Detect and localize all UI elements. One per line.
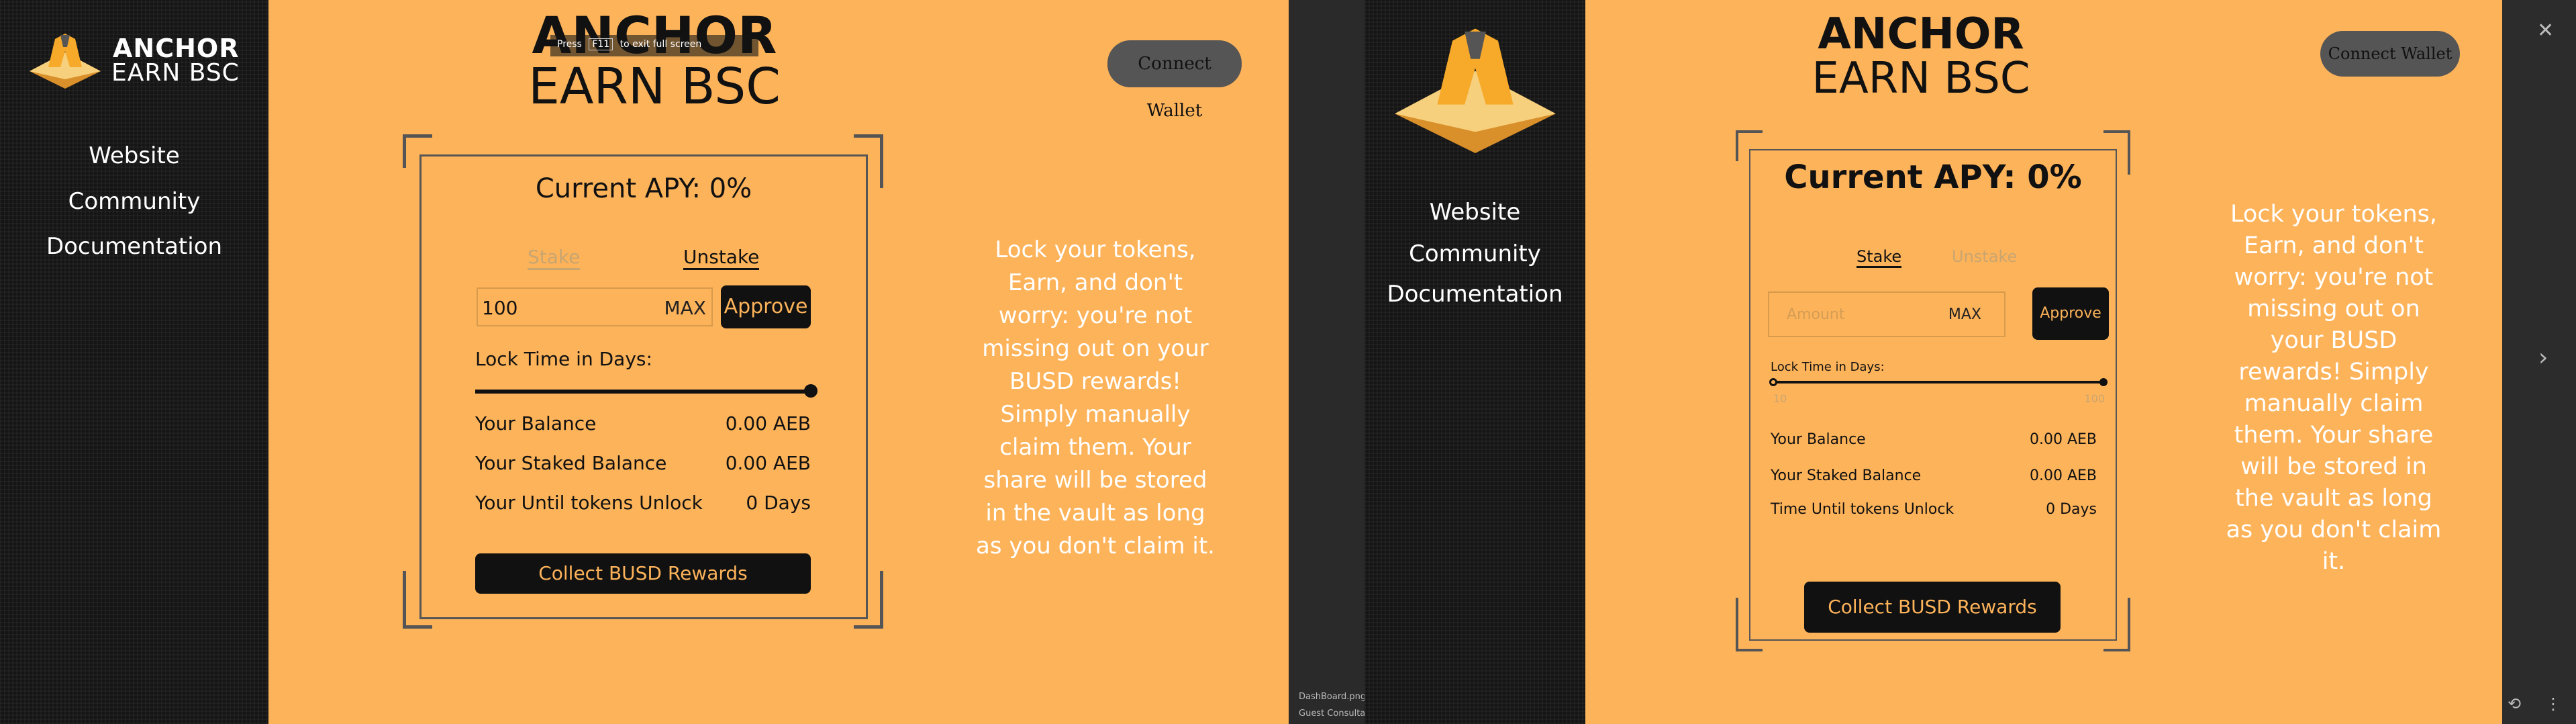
description-text: Lock your tokens, Earn, and don't worry:… xyxy=(976,236,1215,559)
fullscreen-hint: Press F11 to exit full screen xyxy=(550,35,758,56)
amount-input[interactable]: 100 MAX xyxy=(477,287,713,326)
current-apy: Current APY: 0% xyxy=(535,173,752,204)
slider-min-label: 10 xyxy=(1773,392,1787,405)
slider-handle-max[interactable] xyxy=(2099,378,2108,386)
viewer-backdrop xyxy=(1289,0,1365,724)
nav-website[interactable]: Website xyxy=(0,142,268,169)
rotate-icon[interactable]: ⟲ xyxy=(2508,694,2521,713)
collect-rewards-button[interactable]: Collect BUSD Rewards xyxy=(1804,582,2061,633)
unlock-label: Time Until tokens Unlock xyxy=(1771,501,1954,518)
close-icon[interactable]: ✕ xyxy=(2537,19,2554,42)
right-main: ANCHOR EARN BSC Connect Wallet Current A… xyxy=(1585,0,2502,724)
staked-balance-label: Your Staked Balance xyxy=(475,452,667,474)
left-main: ANCHOR EARN BSC Press F11 to exit full s… xyxy=(268,0,1289,724)
tab-stake[interactable]: Stake xyxy=(528,246,581,270)
page-title: ANCHOR xyxy=(1818,9,2024,59)
balance-label: Your Balance xyxy=(475,412,597,435)
page-subtitle: EARN BSC xyxy=(528,58,781,116)
unlock-value: 0 Days xyxy=(2046,501,2097,518)
approve-button[interactable]: Approve xyxy=(721,285,811,328)
nav-website[interactable]: Website xyxy=(1365,199,1585,226)
f11-key: F11 xyxy=(589,38,613,50)
lock-time-slider[interactable] xyxy=(475,390,811,394)
staked-balance-value: 0.00 AEB xyxy=(725,452,811,474)
more-vertical-icon[interactable]: ⋮ xyxy=(2545,694,2561,713)
balance-value: 0.00 AEB xyxy=(2029,431,2097,448)
tab-unstake[interactable]: Unstake xyxy=(1952,247,2017,266)
nav-documentation[interactable]: Documentation xyxy=(1365,281,1585,308)
amount-value: 100 xyxy=(482,297,518,319)
balance-value: 0.00 AEB xyxy=(725,412,811,435)
current-apy: Current APY: 0% xyxy=(1784,159,2082,196)
brand-subtitle: EARN BSC xyxy=(111,59,240,87)
lock-time-label: Lock Time in Days: xyxy=(475,348,652,370)
right-sidebar: Website Community Documentation xyxy=(1365,0,1585,724)
connect-wallet-button[interactable]: Connect Wallet xyxy=(2320,31,2460,77)
amount-placeholder: Amount xyxy=(1787,306,1845,323)
max-button[interactable]: MAX xyxy=(1948,306,1981,323)
unlock-value: 0 Days xyxy=(746,492,811,514)
page-subtitle: EARN BSC xyxy=(1812,54,2030,103)
nav-community[interactable]: Community xyxy=(1365,240,1585,267)
lock-time-slider[interactable] xyxy=(1773,381,2103,383)
unlock-label: Your Until tokens Unlock xyxy=(475,492,703,514)
chevron-right-icon[interactable]: › xyxy=(2538,344,2548,371)
nav-documentation[interactable]: Documentation xyxy=(0,233,268,260)
slider-handle-min[interactable] xyxy=(1769,378,1777,386)
left-sidebar: ANCHOR EARN BSC Website Community Docume… xyxy=(0,0,268,724)
tab-stake[interactable]: Stake xyxy=(1856,247,1902,268)
tab-unstake[interactable]: Unstake xyxy=(683,246,760,270)
staked-balance-value: 0.00 AEB xyxy=(2029,467,2097,484)
amount-input[interactable]: Amount MAX xyxy=(1768,291,2005,337)
lock-time-label: Lock Time in Days: xyxy=(1771,360,1885,374)
anchor-logo-icon xyxy=(30,34,101,89)
description-text: Lock your tokens, Earn, and don't worry:… xyxy=(2226,201,2442,575)
slider-handle[interactable] xyxy=(804,384,818,398)
connect-wallet-button[interactable]: Connect Wallet xyxy=(1107,40,1242,121)
anchor-logo-icon xyxy=(1395,28,1556,153)
stake-card xyxy=(419,154,868,619)
nav-community[interactable]: Community xyxy=(0,188,268,215)
balance-label: Your Balance xyxy=(1771,431,1866,448)
max-button[interactable]: MAX xyxy=(664,297,707,319)
staked-balance-label: Your Staked Balance xyxy=(1771,467,1922,484)
slider-max-label: 100 xyxy=(2084,392,2105,405)
collect-rewards-button[interactable]: Collect BUSD Rewards xyxy=(475,553,811,594)
approve-button[interactable]: Approve xyxy=(2032,287,2109,340)
